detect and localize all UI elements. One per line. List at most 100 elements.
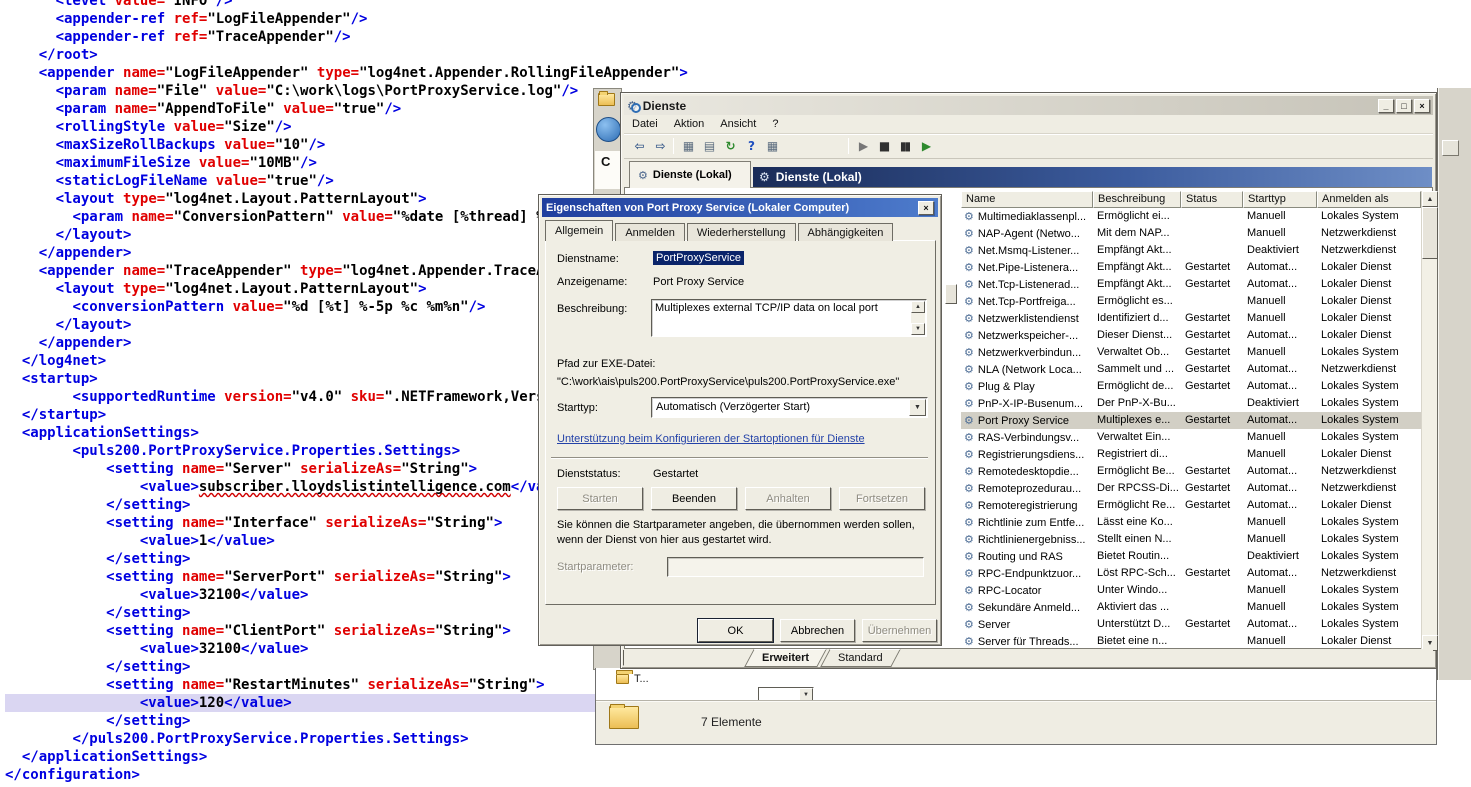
service-row[interactable]: ⚙Server für Threads...Bietet eine n...Ma… [961, 633, 1421, 650]
code-line[interactable]: </appender> [5, 244, 595, 262]
code-line[interactable]: <conversionPattern value="%d [%t] %-5p %… [5, 298, 595, 316]
pause-service-icon[interactable]: ▮▮ [894, 137, 915, 155]
restart-service-icon[interactable]: ▶ [915, 137, 936, 155]
close-button[interactable]: × [1414, 99, 1430, 113]
minimize-button[interactable]: _ [1378, 99, 1394, 113]
chevron-down-icon[interactable]: ▼ [909, 399, 926, 416]
scroll-up-icon[interactable]: ▲ [911, 301, 925, 313]
forward-icon[interactable]: ⇨ [649, 137, 670, 155]
anhalten-button[interactable]: Anhalten [745, 487, 831, 510]
service-row[interactable]: ⚙Multimediaklassenpl...Ermöglicht ei...M… [961, 208, 1421, 225]
dienstname-value[interactable]: PortProxyService [653, 251, 744, 265]
service-row[interactable]: ⚙NLA (Network Loca...Sammelt und ...Gest… [961, 361, 1421, 378]
field-scrollbar[interactable]: ▲ ▼ [911, 301, 925, 335]
code-line[interactable]: <appender-ref ref="LogFileAppender"/> [5, 10, 595, 28]
maximize-button[interactable]: □ [1396, 99, 1412, 113]
code-line[interactable]: <appender name="TraceAppender" type="log… [5, 262, 595, 280]
service-row[interactable]: ⚙Sekundäre Anmeld...Aktiviert das ...Man… [961, 599, 1421, 616]
scrollbar[interactable]: ▲ ▼ [1421, 191, 1437, 651]
service-row[interactable]: ⚙RPC-LocatorUnter Windo...ManuellLokales… [961, 582, 1421, 599]
menu-item[interactable]: Aktion [666, 116, 713, 132]
service-row[interactable]: ⚙PnP-X-IP-Busenum...Der PnP-X-Bu...Deakt… [961, 395, 1421, 412]
window-icon[interactable]: ▦ [761, 137, 782, 155]
dialog-tab-2[interactable]: Anmelden [615, 223, 685, 241]
dialog-title-bar[interactable]: Eigenschaften von Port Proxy Service (Lo… [542, 198, 938, 217]
code-line[interactable]: </configuration> [5, 766, 595, 784]
code-line[interactable]: <staticLogFileName value="true"/> [5, 172, 595, 190]
code-line[interactable]: <appender-ref ref="TraceAppender"/> [5, 28, 595, 46]
service-row[interactable]: ⚙ServerUnterstützt D...GestartetAutomat.… [961, 616, 1421, 633]
service-row[interactable]: ⚙Net.Tcp-Listenerad...Empfängt Akt...Ges… [961, 276, 1421, 293]
code-line[interactable]: <rollingStyle value="Size"/> [5, 118, 595, 136]
service-row[interactable]: ⚙Remotedesktopdie...Ermöglicht Be...Gest… [961, 463, 1421, 480]
start-service-icon[interactable]: ▶ [852, 137, 873, 155]
dialog-tab-4[interactable]: Abhängigkeiten [798, 223, 894, 241]
apply-button[interactable]: Übernehmen [862, 619, 937, 642]
code-line[interactable]: <layout type="log4net.Layout.PatternLayo… [5, 280, 595, 298]
code-line[interactable]: <param name="ConversionPattern" value="%… [5, 208, 595, 226]
service-row[interactable]: ⚙Netzwerkspeicher-...Dieser Dienst...Ges… [961, 327, 1421, 344]
beschreibung-field[interactable]: Multiplexes external TCP/IP data on loca… [651, 299, 927, 337]
service-row[interactable]: ⚙Net.Tcp-Portfreiga...Ermöglicht es...Ma… [961, 293, 1421, 310]
code-line[interactable]: <param name="AppendToFile" value="true"/… [5, 100, 595, 118]
code-line[interactable]: <maxSizeRollBackups value="10"/> [5, 136, 595, 154]
help-icon[interactable]: ? [740, 137, 761, 155]
code-editor[interactable]: <level value="INFO"/> <appender-ref ref=… [5, 0, 595, 784]
code-line[interactable]: <value>120</value> [5, 694, 595, 712]
code-line[interactable]: </setting> [5, 712, 595, 730]
startparameter-input[interactable] [667, 557, 924, 577]
service-row[interactable]: ⚙Richtlinienergebniss...Stellt einen N..… [961, 531, 1421, 548]
code-line[interactable]: </applicationSettings> [5, 748, 595, 766]
code-line[interactable]: </startup> [5, 406, 595, 424]
dialog-tab-3[interactable]: Wiederherstellung [687, 223, 796, 241]
service-row[interactable]: ⚙Plug & PlayErmöglicht de...GestartetAut… [961, 378, 1421, 395]
startoptions-help-link[interactable]: Unterstützung beim Konfigurieren der Sta… [557, 433, 865, 445]
code-line[interactable]: <setting name="Interface" serializeAs="S… [5, 514, 595, 532]
tree-item[interactable]: T... [616, 673, 649, 685]
code-line[interactable]: <startup> [5, 370, 595, 388]
tab-dienste-lokal[interactable]: ⚙ Dienste (Lokal) [629, 161, 751, 188]
code-line[interactable]: <value>32100</value> [5, 586, 595, 604]
code-line[interactable]: <appender name="LogFileAppender" type="l… [5, 64, 595, 82]
code-line[interactable]: <puls200.PortProxyService.Properties.Set… [5, 442, 595, 460]
code-line[interactable]: <value>1</value> [5, 532, 595, 550]
code-line[interactable]: </layout> [5, 226, 595, 244]
code-line[interactable]: </setting> [5, 658, 595, 676]
code-line[interactable]: </log4net> [5, 352, 595, 370]
refresh-icon[interactable]: ↻ [719, 137, 740, 155]
view-tab-standard[interactable]: Standard [820, 649, 900, 667]
code-line[interactable]: </setting> [5, 496, 595, 514]
column-header[interactable]: Beschreibung [1093, 191, 1181, 208]
code-line[interactable]: <supportedRuntime version="v4.0" sku=".N… [5, 388, 595, 406]
starten-button[interactable]: Starten [557, 487, 643, 510]
service-row[interactable]: ⚙Registrierungsdiens...Registriert di...… [961, 446, 1421, 463]
menu-item[interactable]: ? [764, 116, 786, 132]
code-line[interactable]: </layout> [5, 316, 595, 334]
service-row[interactable]: ⚙RPC-Endpunktzuor...Löst RPC-Sch...Gesta… [961, 565, 1421, 582]
service-row[interactable]: ⚙Port Proxy ServiceMultiplexes e...Gesta… [961, 412, 1421, 429]
menu-item[interactable]: Datei [624, 116, 666, 132]
scroll-thumb[interactable] [1422, 207, 1438, 259]
code-line[interactable]: </root> [5, 46, 595, 64]
view-tab-erweitert[interactable]: Erweitert [744, 649, 827, 667]
column-header[interactable]: Name [961, 191, 1093, 208]
code-line[interactable]: <value>32100</value> [5, 640, 595, 658]
code-line[interactable]: </setting> [5, 604, 595, 622]
code-line[interactable]: </puls200.PortProxyService.Properties.Se… [5, 730, 595, 748]
service-row[interactable]: ⚙RemoteregistrierungErmöglicht Re...Gest… [961, 497, 1421, 514]
column-header[interactable]: Status [1181, 191, 1243, 208]
code-line[interactable]: <applicationSettings> [5, 424, 595, 442]
service-row[interactable]: ⚙NetzwerklistendienstIdentifiziert d...G… [961, 310, 1421, 327]
show-tree-icon[interactable]: ▦ [677, 137, 698, 155]
code-line[interactable]: </setting> [5, 550, 595, 568]
scroll-up-icon[interactable]: ▲ [1422, 191, 1438, 207]
code-line[interactable]: <level value="INFO"/> [5, 0, 595, 10]
service-row[interactable]: ⚙Richtlinie zum Entfe...Lässt eine Ko...… [961, 514, 1421, 531]
beenden-button[interactable]: Beenden [651, 487, 737, 510]
code-line[interactable]: <setting name="Server" serializeAs="Stri… [5, 460, 595, 478]
column-header[interactable]: Anmelden als [1317, 191, 1421, 208]
code-line[interactable]: <setting name="ClientPort" serializeAs="… [5, 622, 595, 640]
fortsetzen-button[interactable]: Fortsetzen [839, 487, 925, 510]
scroll-down-icon[interactable]: ▼ [911, 323, 925, 335]
code-line[interactable]: <maximumFileSize value="10MB"/> [5, 154, 595, 172]
